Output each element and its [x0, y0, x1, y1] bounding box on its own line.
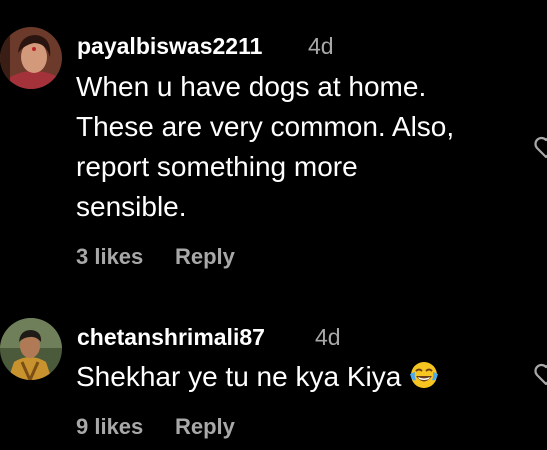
comment-text-line: Shekhar ye tu ne kya Kiya	[76, 357, 439, 401]
avatar[interactable]	[0, 27, 62, 89]
heart-outline-icon[interactable]	[533, 361, 547, 387]
comment-text-line: sensible.	[76, 191, 187, 222]
comment-username[interactable]: payalbiswas2211	[77, 33, 262, 60]
reply-button[interactable]: Reply	[175, 414, 235, 440]
comment-text-line: These are very common. Also,	[76, 111, 455, 142]
heart-outline-icon[interactable]	[533, 134, 547, 160]
comment-timestamp: 4d	[315, 324, 341, 350]
likes-count[interactable]: 9 likes	[76, 414, 143, 440]
comment-text: Shekhar ye tu ne kya Kiya	[76, 361, 402, 392]
tears-of-joy-emoji	[409, 360, 439, 401]
avatar[interactable]	[0, 318, 62, 380]
likes-count[interactable]: 3 likes	[76, 244, 143, 270]
comment-username[interactable]: chetanshrimali87	[77, 324, 265, 351]
comment-text-line: When u have dogs at home.	[76, 71, 427, 102]
reply-button[interactable]: Reply	[175, 244, 235, 270]
comment-text-line: report something more	[76, 151, 358, 182]
comment-timestamp: 4d	[308, 33, 334, 59]
